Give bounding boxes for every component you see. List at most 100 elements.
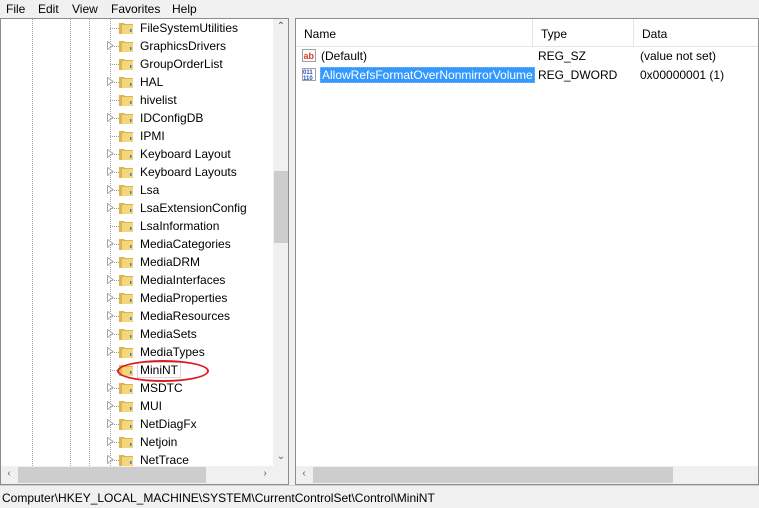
tree-item-label: Lsa [140, 183, 160, 197]
column-header-name[interactable]: Name [296, 19, 533, 46]
tree-item-label: HAL [140, 75, 164, 89]
value-row[interactable]: ab (Default) REG_SZ (value not set) [296, 47, 758, 65]
string-value-icon: ab [302, 49, 316, 62]
folder-icon [119, 167, 133, 178]
folder-icon [119, 347, 133, 358]
tree-item[interactable]: Keyboard Layouts [1, 163, 273, 181]
menu-bar: File Edit View Favorites Help [0, 0, 759, 18]
folder-icon [119, 41, 133, 52]
folder-icon [119, 239, 133, 250]
scroll-corner [273, 466, 288, 484]
tree-item-label: IDConfigDB [140, 111, 204, 125]
tree-item-label: GraphicsDrivers [140, 39, 227, 53]
tree-item-label: FileSystemUtilities [140, 21, 239, 35]
tree-item[interactable]: MediaInterfaces [1, 271, 273, 289]
tree-item[interactable]: HAL [1, 73, 273, 91]
folder-icon [119, 419, 133, 430]
tree-vscroll-thumb[interactable] [274, 171, 288, 243]
tree-item[interactable]: MiniNT [1, 361, 273, 379]
tree-item[interactable]: MediaSets [1, 325, 273, 343]
tree-item[interactable]: LsaInformation [1, 217, 273, 235]
folder-icon [119, 365, 133, 376]
folder-icon [119, 257, 133, 268]
folder-icon [119, 23, 133, 34]
tree-item-label: MediaTypes [140, 345, 205, 359]
tree-item-label: MediaDRM [140, 255, 201, 269]
tree-hscroll-thumb[interactable] [18, 467, 206, 483]
folder-icon [119, 203, 133, 214]
values-horizontal-scrollbar[interactable]: ‹ [296, 466, 758, 484]
tree-item-label: MSDTC [140, 381, 183, 395]
folder-icon [119, 275, 133, 286]
menu-favorites[interactable]: Favorites [111, 2, 160, 16]
value-type: REG_SZ [538, 49, 587, 63]
tree-item-label: LsaExtensionConfig [140, 201, 247, 215]
column-name-label: Name [304, 27, 337, 41]
menu-edit[interactable]: Edit [38, 2, 59, 16]
scroll-left-icon[interactable]: ‹ [1, 468, 17, 479]
tree-item-label: MediaSets [140, 327, 197, 341]
tree-item[interactable]: IDConfigDB [1, 109, 273, 127]
tree-item[interactable]: Netjoin [1, 433, 273, 451]
tree-item-label: NetTrace [140, 453, 189, 467]
folder-icon [119, 95, 133, 106]
folder-icon [119, 131, 133, 142]
registry-path: Computer\HKEY_LOCAL_MACHINE\SYSTEM\Curre… [2, 491, 435, 505]
tree-item[interactable]: MediaResources [1, 307, 273, 325]
scroll-up-icon[interactable]: ⌃ [273, 21, 288, 32]
tree-item[interactable]: Keyboard Layout [1, 145, 273, 163]
value-data: (value not set) [640, 49, 717, 63]
tree-item[interactable]: GroupOrderList [1, 55, 273, 73]
scroll-down-icon[interactable]: ⌄ [273, 451, 288, 462]
column-header-data[interactable]: Data [634, 19, 758, 46]
tree-item[interactable]: hivelist [1, 91, 273, 109]
tree-item-label: MediaProperties [140, 291, 228, 305]
tree-item[interactable]: MUI [1, 397, 273, 415]
value-type: REG_DWORD [538, 68, 618, 82]
folder-icon [119, 185, 133, 196]
tree-item-label: MediaInterfaces [140, 273, 226, 287]
registry-values-pane: Name Type Data ab (Default) REG_SZ (valu… [295, 18, 759, 485]
tree-item-label: GroupOrderList [140, 57, 223, 71]
tree-item-label: LsaInformation [140, 219, 220, 233]
tree-item[interactable]: IPMI [1, 127, 273, 145]
folder-icon [119, 437, 133, 448]
menu-file[interactable]: File [6, 2, 25, 16]
tree-item-label: MiniNT [137, 362, 181, 378]
tree-item[interactable]: MediaCategories [1, 235, 273, 253]
tree-item[interactable]: MSDTC [1, 379, 273, 397]
tree-item[interactable]: FileSystemUtilities [1, 19, 273, 37]
column-header-type[interactable]: Type [533, 19, 634, 46]
folder-icon [119, 113, 133, 124]
tree-item-label: IPMI [140, 129, 165, 143]
status-bar: Computer\HKEY_LOCAL_MACHINE\SYSTEM\Curre… [0, 485, 759, 508]
value-data: 0x00000001 (1) [640, 68, 725, 82]
value-name: AllowRefsFormatOverNonmirrorVolume [320, 67, 535, 83]
svg-text:110: 110 [303, 76, 313, 82]
tree-item[interactable]: MediaDRM [1, 253, 273, 271]
values-hscroll-thumb[interactable] [313, 467, 673, 483]
tree-item[interactable]: GraphicsDrivers [1, 37, 273, 55]
folder-icon [119, 293, 133, 304]
registry-tree-pane: FileSystemUtilities GraphicsDrivers GroupO… [0, 18, 289, 485]
folder-icon [119, 401, 133, 412]
tree-item-label: MediaResources [140, 309, 231, 323]
column-type-label: Type [541, 27, 568, 41]
folder-icon [119, 329, 133, 340]
scroll-right-icon[interactable]: › [257, 468, 273, 479]
value-row-selected[interactable]: 011 110 AllowRefsFormatOverNonmirrorVolu… [296, 66, 758, 84]
menu-view[interactable]: View [72, 2, 98, 16]
tree-item[interactable]: Lsa [1, 181, 273, 199]
tree-item[interactable]: LsaExtensionConfig [1, 199, 273, 217]
folder-icon [119, 383, 133, 394]
scroll-left-icon[interactable]: ‹ [296, 468, 312, 479]
tree-horizontal-scrollbar[interactable]: ‹ › [1, 466, 273, 484]
tree-item[interactable]: MediaTypes [1, 343, 273, 361]
folder-icon [119, 77, 133, 88]
tree-item[interactable]: NetDiagFx [1, 415, 273, 433]
tree-item-label: Keyboard Layout [140, 147, 231, 161]
tree-item[interactable]: MediaProperties [1, 289, 273, 307]
tree-vertical-scrollbar[interactable]: ⌃ ⌄ [273, 19, 288, 466]
menu-help[interactable]: Help [172, 2, 197, 16]
folder-icon [119, 311, 133, 322]
